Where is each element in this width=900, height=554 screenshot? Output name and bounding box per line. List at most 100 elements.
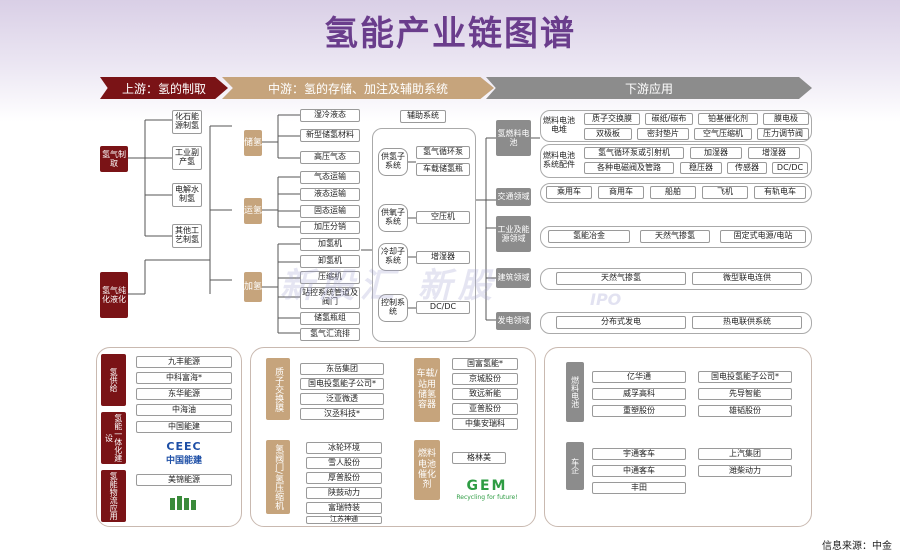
bop-item-4: 稳压器 bbox=[680, 162, 722, 174]
catalyst-0: 格林美 bbox=[452, 452, 506, 464]
transport-item-2: 船舶 bbox=[650, 186, 696, 199]
tank-1: 京城股份 bbox=[452, 373, 518, 385]
power-domain: 发电领域 bbox=[496, 312, 531, 330]
stack-label: 燃料电池电堆 bbox=[543, 116, 575, 134]
hydrogen-purification-label: 氢气纯化液化 bbox=[100, 272, 128, 318]
meijin-logo-icon bbox=[170, 496, 196, 510]
vehicle-4: 丰田 bbox=[592, 482, 686, 494]
method-electrolysis: 电解水制氢 bbox=[172, 183, 202, 207]
transport-item-0: 乘用车 bbox=[546, 186, 592, 199]
vehicle-0: 宇通客车 bbox=[592, 448, 686, 460]
stack-item-6: 空气压缩机 bbox=[694, 128, 752, 140]
supply-1: 中科富海* bbox=[136, 372, 232, 384]
valve-2: 厚普股份 bbox=[306, 472, 382, 484]
industry-item-0: 氢能冶金 bbox=[548, 230, 630, 243]
transport-domain: 交通领域 bbox=[496, 188, 531, 206]
bop-item-3: 各种电磁阀及管路 bbox=[584, 162, 674, 174]
aux-item-2: 空压机 bbox=[416, 211, 470, 224]
aux-sys-1: 供氧子系统 bbox=[378, 204, 408, 232]
trans-item-3: 加压分销 bbox=[300, 221, 360, 234]
industry-item-2: 固定式电源/电站 bbox=[720, 230, 806, 243]
method-byproduct: 工业副产氢 bbox=[172, 146, 202, 170]
tank-label: 车载/站用储氢容器 bbox=[414, 358, 440, 422]
bop-item-6: DC/DC bbox=[772, 162, 808, 174]
valve-4: 富瑞特装 bbox=[306, 502, 382, 514]
logistics-0: 美锦能源 bbox=[136, 474, 232, 486]
method-other: 其他工艺制氢 bbox=[172, 224, 202, 248]
watermark: 新股汇 新股 bbox=[280, 266, 498, 306]
storage-label: 储氢 bbox=[244, 130, 262, 156]
fill-label: 加氢 bbox=[244, 272, 262, 302]
valve-3: 陕鼓动力 bbox=[306, 487, 382, 499]
tank-4: 中集安瑞科 bbox=[452, 418, 518, 430]
stack-item-0: 质子交换膜 bbox=[584, 113, 640, 125]
stack-item-1: 碳纸/碳布 bbox=[645, 113, 693, 125]
transport-item-4: 有轨电车 bbox=[754, 186, 806, 199]
fcell-1: 国电投氢能子公司* bbox=[698, 371, 792, 383]
industry-domain: 工业及能源领域 bbox=[496, 216, 531, 252]
bop-item-1: 加湿器 bbox=[690, 147, 742, 159]
aux-sys-0: 供氢子系统 bbox=[378, 148, 408, 176]
store-item-0: 湿冷液态 bbox=[300, 109, 360, 122]
integrated-label: 氢能一体化建设 bbox=[101, 412, 126, 464]
transport-item-3: 飞机 bbox=[702, 186, 748, 199]
transport-item-1: 商用车 bbox=[598, 186, 644, 199]
vehicle-2: 中通客车 bbox=[592, 465, 686, 477]
fcell-3: 先导智能 bbox=[698, 388, 792, 400]
gem-logo: GEM Recycling for future! bbox=[452, 478, 522, 501]
industry-item-1: 天然气掺氢 bbox=[640, 230, 710, 243]
integrated-0: 中国能建 bbox=[136, 421, 232, 433]
valve-0: 冰轮环境 bbox=[306, 442, 382, 454]
store-item-2: 高压气态 bbox=[300, 151, 360, 164]
supply-label: 氢供给 bbox=[101, 354, 126, 406]
watermark-sub: IPO bbox=[590, 290, 622, 309]
fill-item-0: 加氢机 bbox=[300, 238, 360, 251]
supply-3: 中海油 bbox=[136, 404, 232, 416]
pem-label: 质子交换膜 bbox=[266, 358, 290, 420]
supply-2: 东华能源 bbox=[136, 388, 232, 400]
bop-item-5: 传感器 bbox=[727, 162, 767, 174]
valve-1: 雪人股份 bbox=[306, 457, 382, 469]
transport-label: 运氢 bbox=[244, 198, 262, 224]
fill-item-5: 氢气汇流排 bbox=[300, 328, 360, 341]
pem-2: 泛亚微透 bbox=[300, 393, 384, 405]
logistics-label: 氢能物流应用 bbox=[101, 470, 126, 522]
stack-item-5: 密封垫片 bbox=[637, 128, 689, 140]
fcell-0: 亿华通 bbox=[592, 371, 686, 383]
stack-item-4: 双极板 bbox=[584, 128, 632, 140]
vehicle-1: 上汽集团 bbox=[698, 448, 792, 460]
method-fossil: 化石能源制氢 bbox=[172, 110, 202, 134]
aux-item-0: 氢气循环泵 bbox=[416, 146, 470, 159]
tank-3: 亚普股份 bbox=[452, 403, 518, 415]
building-domain: 建筑领域 bbox=[496, 268, 531, 288]
trans-item-0: 气态运输 bbox=[300, 171, 360, 184]
trans-item-1: 液态运输 bbox=[300, 188, 360, 201]
stack-item-7: 压力调节阀 bbox=[757, 128, 809, 140]
building-item-1: 微型联电连供 bbox=[692, 272, 802, 285]
source-note: 信息来源：中金 bbox=[822, 541, 892, 552]
tank-2: 致远新能 bbox=[452, 388, 518, 400]
power-item-1: 热电联供系统 bbox=[692, 316, 802, 329]
fcell-4: 重塑股份 bbox=[592, 405, 686, 417]
fcell-2: 威孚高科 bbox=[592, 388, 686, 400]
stack-item-3: 膜电极 bbox=[763, 113, 809, 125]
fcell-5: 雄韬股份 bbox=[698, 405, 792, 417]
aux-system-label: 辅助系统 bbox=[400, 110, 446, 123]
fcell-label: 燃料电池 bbox=[566, 362, 584, 422]
valve-label: 氢阀门/氢压缩机 bbox=[266, 440, 290, 514]
stack-item-2: 铂基催化剂 bbox=[698, 113, 758, 125]
ceec-name: 中国能建 bbox=[165, 456, 202, 466]
fill-item-4: 储氢瓶组 bbox=[300, 312, 360, 325]
trans-item-2: 固态运输 bbox=[300, 205, 360, 218]
supply-0: 九丰能源 bbox=[136, 356, 232, 368]
ceec-logo: CEEC 中国能建 bbox=[158, 440, 210, 466]
pem-1: 国电投氢能子公司* bbox=[300, 378, 384, 390]
pem-0: 东岳集团 bbox=[300, 363, 384, 375]
building-item-0: 天然气掺氢 bbox=[556, 272, 686, 285]
aux-item-1: 车载储氢瓶 bbox=[416, 163, 470, 176]
gem-slogan: Recycling for future! bbox=[456, 494, 518, 501]
bop-item-0: 氢气循环泵或引射机 bbox=[584, 147, 684, 159]
valve-5: 江苏神通 bbox=[306, 515, 382, 524]
vehicle-label: 车企 bbox=[566, 442, 584, 490]
ceec-mark: CEEC bbox=[166, 440, 202, 453]
